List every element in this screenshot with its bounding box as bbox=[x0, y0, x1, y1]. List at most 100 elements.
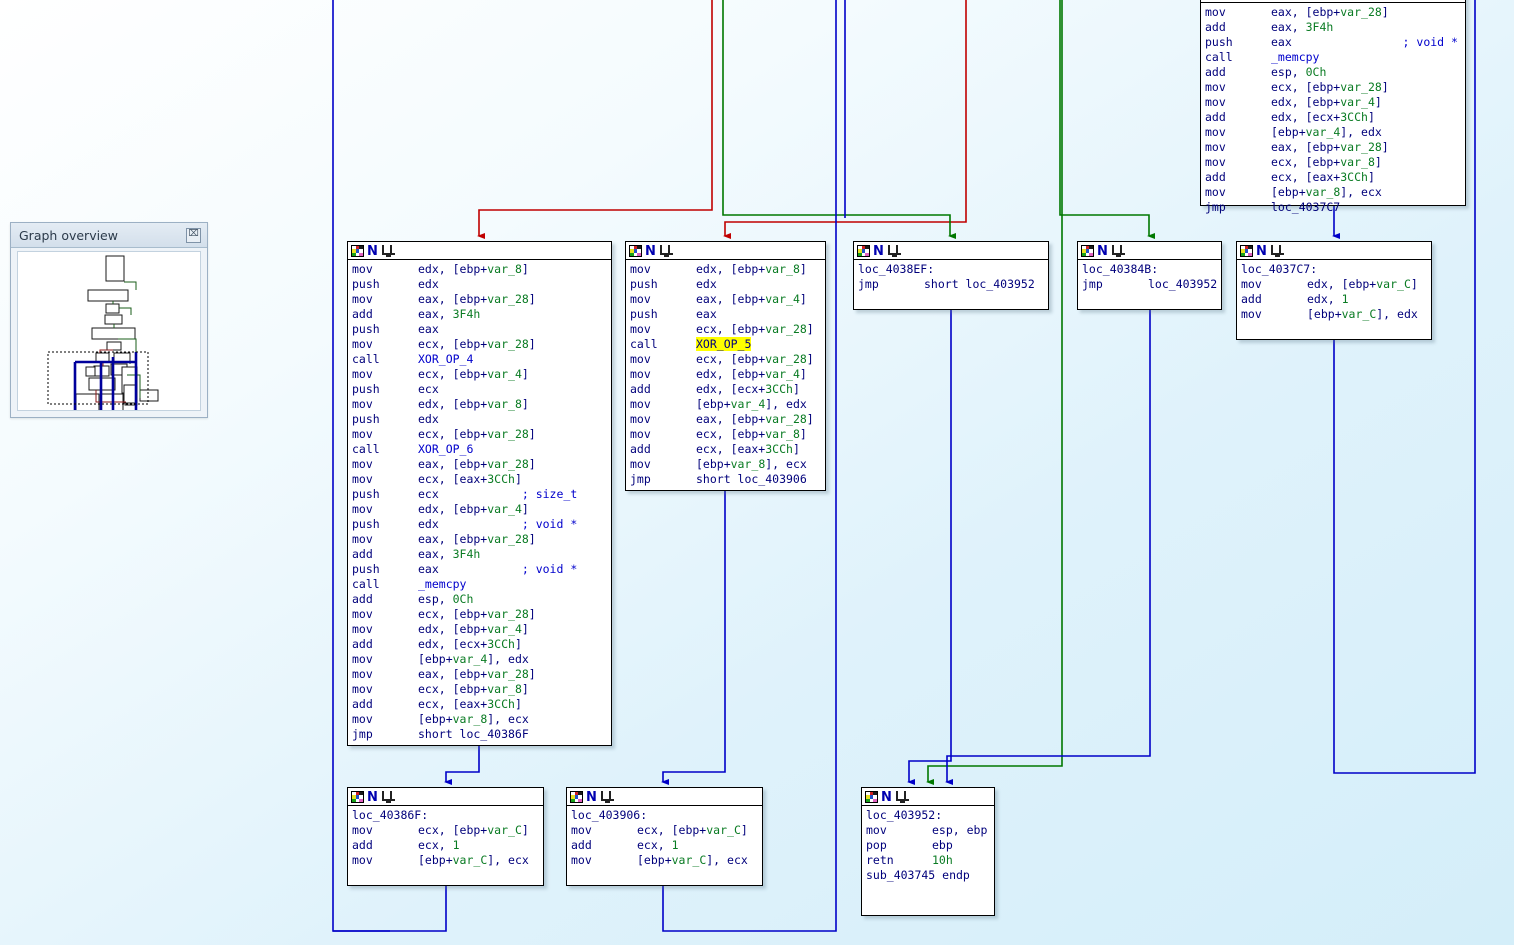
block-label: loc_40384B: bbox=[1082, 262, 1159, 276]
asm-operand: eax, [ebp+ bbox=[696, 292, 766, 306]
collapse-node-icon[interactable] bbox=[381, 791, 397, 803]
color-palette-icon[interactable] bbox=[570, 791, 583, 803]
color-palette-icon[interactable] bbox=[857, 245, 870, 257]
color-palette-icon[interactable] bbox=[1081, 245, 1094, 257]
asm-line: retn 10h bbox=[866, 853, 991, 868]
asm-operand: eax, [ebp+ bbox=[418, 457, 488, 471]
asm-mnemonic: mov bbox=[1205, 125, 1226, 139]
basic-block-titlebar[interactable]: N bbox=[1078, 242, 1221, 260]
asm-operand: edx, [ebp+ bbox=[418, 622, 488, 636]
asm-operand: [ebp+ bbox=[1271, 185, 1306, 199]
basic-block[interactable]: Nmov edx, [ebp+var_8] push edx mov eax, [ebp+… bbox=[347, 241, 612, 746]
graph-overview-minimap[interactable] bbox=[17, 251, 201, 411]
asm-variable: var_28 bbox=[1340, 5, 1382, 19]
block-label: loc_4037C7: bbox=[1241, 262, 1318, 276]
asm-mnemonic: mov bbox=[352, 712, 373, 726]
asm-line: mov edx, [ebp+var_C] bbox=[1241, 277, 1428, 292]
asm-line: add eax, 3F4h bbox=[1205, 20, 1462, 35]
asm-line: add ecx, 1 bbox=[571, 838, 759, 853]
asm-variable: var_28 bbox=[487, 457, 529, 471]
basic-block-titlebar[interactable]: N bbox=[348, 242, 611, 260]
basic-block-code: loc_4037C7: mov edx, [ebp+var_C] add edx, 1m… bbox=[1237, 260, 1431, 324]
asm-line: jmp loc_4037C7 bbox=[1205, 200, 1462, 215]
color-palette-icon[interactable] bbox=[865, 791, 878, 803]
asm-line: add ecx, 1 bbox=[352, 838, 540, 853]
asm-line: mov ecx, [ebp+var_28] bbox=[352, 607, 608, 622]
collapse-node-icon[interactable] bbox=[895, 791, 911, 803]
asm-operand: edx bbox=[418, 277, 439, 291]
asm-mnemonic: push bbox=[352, 322, 380, 336]
basic-block-titlebar[interactable]: N bbox=[567, 788, 762, 806]
asm-variable: var_C bbox=[452, 853, 488, 867]
asm-variable: var_C bbox=[1376, 277, 1411, 291]
asm-variable: var_8 bbox=[730, 457, 766, 471]
node-name-icon[interactable]: N bbox=[1220, 0, 1231, 1]
basic-block[interactable]: Nloc_40384B: jmp loc_403952 bbox=[1077, 241, 1222, 310]
asm-operand: ] bbox=[528, 457, 536, 471]
asm-mnemonic: push bbox=[352, 562, 380, 576]
basic-block[interactable]: Nloc_403906: mov ecx, [ebp+var_C] add ecx, 1… bbox=[566, 787, 763, 886]
basic-block[interactable]: Nloc_4038EF: jmp short loc_403952 bbox=[853, 241, 1049, 310]
asm-mnemonic: add bbox=[352, 637, 373, 651]
basic-block[interactable]: Nmov edx, [ebp+var_8] push edx mov eax, [ebp+… bbox=[625, 241, 826, 491]
asm-mnemonic: push bbox=[352, 517, 380, 531]
node-name-icon[interactable]: N bbox=[645, 245, 656, 258]
collapse-node-icon[interactable] bbox=[887, 245, 903, 257]
collapse-node-icon[interactable] bbox=[1111, 245, 1127, 257]
asm-operand: ecx, [ebp+ bbox=[418, 427, 488, 441]
node-name-icon[interactable]: N bbox=[586, 791, 597, 804]
asm-variable: var_28 bbox=[1340, 140, 1382, 154]
node-name-icon[interactable]: N bbox=[873, 245, 884, 258]
basic-block-titlebar[interactable]: N bbox=[862, 788, 994, 806]
asm-line: mov [ebp+var_8], ecx bbox=[352, 712, 608, 727]
color-palette-icon[interactable] bbox=[351, 791, 364, 803]
asm-line: mov [ebp+var_C], ecx bbox=[352, 853, 540, 868]
color-palette-icon[interactable] bbox=[1240, 245, 1253, 257]
collapse-node-icon[interactable] bbox=[1270, 245, 1286, 257]
asm-line: mov ecx, [ebp+var_C] bbox=[571, 823, 759, 838]
collapse-node-icon[interactable] bbox=[600, 791, 616, 803]
asm-mnemonic: mov bbox=[630, 367, 651, 381]
basic-block[interactable]: Nmoveax, [ebp+var_28]addeax, 3F4hpusheax… bbox=[1200, 0, 1466, 214]
asm-line: call XOR_OP_4 bbox=[352, 352, 608, 367]
asm-operand: ], ecx bbox=[487, 712, 529, 726]
close-icon[interactable]: ⌧ bbox=[186, 227, 201, 243]
asm-operand: ], edx bbox=[1340, 125, 1382, 139]
node-name-icon[interactable]: N bbox=[1256, 245, 1267, 258]
basic-block[interactable]: Nloc_40386F: mov ecx, [ebp+var_C] add ecx, 1… bbox=[347, 787, 544, 886]
basic-block-titlebar[interactable]: N bbox=[1237, 242, 1431, 260]
asm-operand: ecx, [ebp+ bbox=[696, 427, 766, 441]
node-name-icon[interactable]: N bbox=[367, 245, 378, 258]
asm-variable: var_4 bbox=[1305, 125, 1341, 139]
asm-operand: ] bbox=[806, 412, 814, 426]
basic-block-titlebar[interactable]: N bbox=[348, 788, 543, 806]
asm-constant: 3F4h bbox=[1305, 20, 1334, 34]
basic-block[interactable]: Nloc_403952: mov esp, ebp pop ebp retn 10h sub_… bbox=[861, 787, 995, 916]
basic-block-titlebar[interactable]: N bbox=[854, 242, 1048, 260]
asm-operand: [ebp+ bbox=[418, 652, 453, 666]
graph-canvas[interactable]: Nmoveax, [ebp+var_28]addeax, 3F4hpusheax… bbox=[0, 0, 1514, 945]
node-name-icon[interactable]: N bbox=[1097, 245, 1108, 258]
collapse-node-icon[interactable] bbox=[381, 245, 397, 257]
asm-line: mov edx, [ebp+var_4] bbox=[630, 367, 822, 382]
edge-green-to-loc-403952 bbox=[926, 0, 1063, 785]
asm-mnemonic: add bbox=[1205, 110, 1226, 124]
asm-mnemonic: call bbox=[352, 577, 380, 591]
asm-mnemonic: add bbox=[571, 838, 592, 852]
asm-line: mov eax, [ebp+var_28] bbox=[630, 412, 822, 427]
basic-block-titlebar[interactable]: N bbox=[626, 242, 825, 260]
color-palette-icon[interactable] bbox=[629, 245, 642, 257]
asm-line: add edx, 1 bbox=[1241, 292, 1428, 307]
node-name-icon[interactable]: N bbox=[367, 791, 378, 804]
asm-operand: eax bbox=[418, 562, 439, 576]
node-name-icon[interactable]: N bbox=[881, 791, 892, 804]
basic-block[interactable]: Nloc_4037C7: mov edx, [ebp+var_C] add edx, 1… bbox=[1236, 241, 1432, 340]
color-palette-icon[interactable] bbox=[351, 245, 364, 257]
graph-overview-panel[interactable]: Graph overview ⌧ bbox=[10, 222, 208, 418]
asm-operand: ecx, [ebp+ bbox=[418, 682, 488, 696]
block-label: loc_4038EF: bbox=[858, 262, 935, 276]
collapse-node-icon[interactable] bbox=[659, 245, 675, 257]
asm-operand: ], edx bbox=[765, 397, 807, 411]
asm-line: jmp short loc_403952 bbox=[858, 277, 1045, 292]
asm-line: mov edx, [ebp+var_8] bbox=[630, 262, 822, 277]
